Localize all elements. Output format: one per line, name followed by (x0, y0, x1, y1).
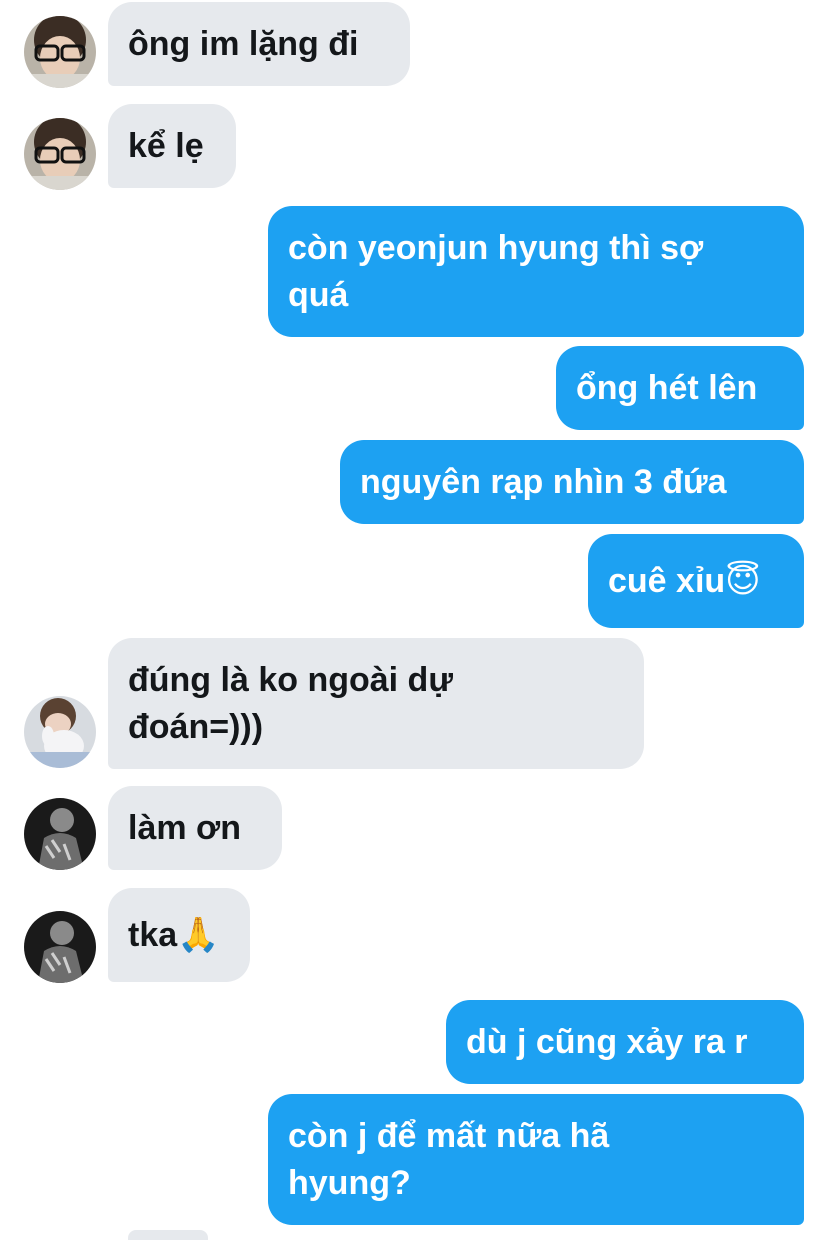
message-text: đúng là ko ngoài dự đoán=))) (128, 660, 453, 746)
message-bubble-incoming[interactable]: ông im lặng đi (108, 2, 410, 86)
next-message-bubble-edge (128, 1230, 208, 1240)
message-text: cuê xỉu (608, 561, 726, 600)
avatar-glasses-image (24, 16, 96, 88)
user-avatar[interactable] (24, 118, 96, 190)
avatar-bw-image (24, 798, 96, 870)
chat-thread: ông im lặng đi kể lẹ còn yeonjun hyung t… (0, 0, 828, 1240)
message-text: ông im lặng đi (128, 24, 359, 63)
smiling-face-with-halo-emoji: 😇 (725, 560, 761, 601)
avatar-glasses-image (24, 118, 96, 190)
message-text: còn j để mất nữa hã hyung? (288, 1116, 610, 1202)
message-text: tka (128, 915, 178, 954)
message-bubble-incoming[interactable]: đúng là ko ngoài dự đoán=))) (108, 638, 644, 769)
message-text: nguyên rạp nhìn 3 đứa (360, 462, 727, 501)
message-text: còn yeonjun hyung thì sợ quá (288, 228, 704, 314)
message-bubble-outgoing[interactable]: ổng hét lên (556, 346, 804, 430)
message-text: làm ơn (128, 808, 241, 847)
user-avatar[interactable] (24, 911, 96, 983)
message-bubble-outgoing[interactable]: nguyên rạp nhìn 3 đứa (340, 440, 804, 524)
message-bubble-outgoing[interactable]: còn yeonjun hyung thì sợ quá (268, 206, 804, 337)
user-avatar[interactable] (24, 798, 96, 870)
message-bubble-outgoing[interactable]: cuê xỉu 😇 (588, 534, 804, 628)
message-text: dù j cũng xảy ra r (466, 1022, 748, 1061)
user-avatar[interactable] (24, 16, 96, 88)
message-text: kể lẹ (128, 126, 204, 165)
avatar-plush-image (24, 696, 96, 768)
avatar-bw-image (24, 911, 96, 983)
message-bubble-incoming[interactable]: kể lẹ (108, 104, 236, 188)
message-text: ổng hét lên (576, 368, 758, 407)
user-avatar[interactable] (24, 696, 96, 768)
message-bubble-incoming[interactable]: làm ơn (108, 786, 282, 870)
folded-hands-emoji: 🙏 (177, 914, 220, 955)
message-bubble-outgoing[interactable]: dù j cũng xảy ra r (446, 1000, 804, 1084)
message-bubble-outgoing[interactable]: còn j để mất nữa hã hyung? (268, 1094, 804, 1225)
message-bubble-incoming[interactable]: tka 🙏 (108, 888, 250, 982)
